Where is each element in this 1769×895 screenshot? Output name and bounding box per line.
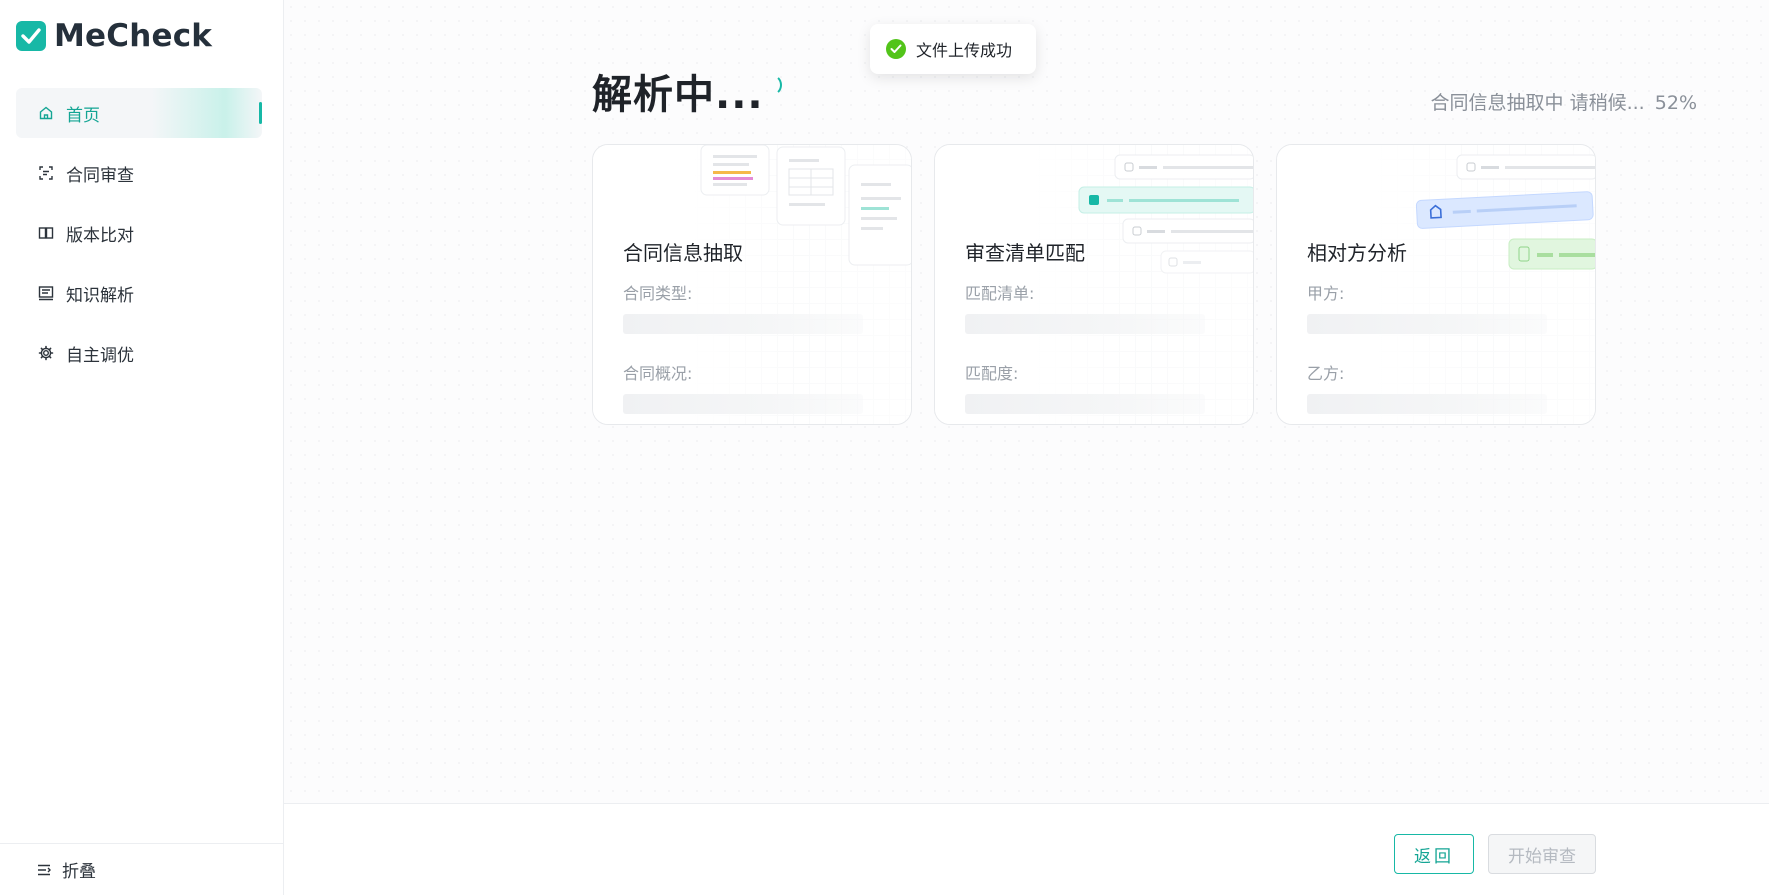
collapse-label: 折叠 [62,862,96,882]
logo-text: MeCheck [54,18,213,54]
start-review-button[interactable]: 开始审查 [1488,834,1596,874]
sidebar-item-label: 自主调优 [66,345,134,366]
field-label: 合同概况: [623,364,693,383]
main-content: 文件上传成功 解析中... 合同信息抽取中 请稍候... 52% 合同信息抽取 … [284,0,1769,895]
card-title: 相对方分析 [1307,241,1407,265]
upload-success-toast: 文件上传成功 [870,24,1036,74]
sidebar-item-label: 版本比对 [66,225,134,246]
sidebar-item-label: 首页 [66,105,100,126]
collapse-icon [36,862,52,878]
gear-icon [38,345,54,361]
card-title: 合同信息抽取 [623,241,743,265]
collapse-button[interactable]: 折叠 [0,843,284,895]
skeleton-placeholder [1307,314,1547,334]
card-checklist-match: 审查清单匹配 匹配清单: 匹配度: [934,144,1254,425]
scan-doc-icon [38,165,54,181]
sidebar-nav: 首页 合同审查 版本比对 知识解析 自主调优 [16,88,262,388]
sidebar: MeCheck 首页 合同审查 版本比对 知识解析 自主调优 折叠 [0,0,284,895]
check-circle-icon [886,39,906,59]
check-logo-icon [16,21,46,51]
skeleton-placeholder [965,314,1205,334]
knowledge-icon [38,285,54,301]
card-title: 审查清单匹配 [965,241,1085,265]
page-title: 解析中... [592,72,764,118]
app-root: MeCheck 首页 合同审查 版本比对 知识解析 自主调优 折叠 文件上传成功… [0,0,1769,895]
skeleton-placeholder [623,314,863,334]
action-bar: 返回 开始审查 [284,803,1769,895]
field-label: 匹配度: [965,364,1019,383]
sidebar-item-label: 知识解析 [66,285,134,306]
progress-percent: 52% [1654,92,1697,114]
sidebar-item-self-tuning[interactable]: 自主调优 [16,328,262,378]
skeleton-placeholder [623,394,863,414]
field-label: 匹配清单: [965,284,1035,303]
field-label: 合同类型: [623,284,693,303]
progress-status: 合同信息抽取中 请稍候... 52% [1427,88,1697,115]
card-body: 审查清单匹配 匹配清单: 匹配度: [965,237,1235,424]
loading-spinner-icon [760,74,782,96]
logo[interactable]: MeCheck [16,18,212,54]
sidebar-item-label: 合同审查 [66,165,134,186]
card-counterparty-analysis: 相对方分析 甲方: 乙方: [1276,144,1596,425]
skeleton-placeholder [1307,394,1547,414]
sidebar-item-home[interactable]: 首页 [16,88,262,138]
sidebar-item-knowledge[interactable]: 知识解析 [16,268,262,318]
home-icon [38,105,54,121]
toast-text: 文件上传成功 [916,41,1013,60]
card-body: 合同信息抽取 合同类型: 合同概况: [623,237,893,424]
sidebar-item-version-compare[interactable]: 版本比对 [16,208,262,258]
skeleton-placeholder [965,394,1205,414]
field-label: 甲方: [1307,284,1345,303]
analysis-cards: 合同信息抽取 合同类型: 合同概况: 审查清单匹配 匹配清单: 匹配度: 相对方… [592,144,1596,425]
back-button[interactable]: 返回 [1394,834,1474,874]
progress-message: 合同信息抽取中 请稍候... [1430,92,1645,114]
sidebar-item-contract-review[interactable]: 合同审查 [16,148,262,198]
card-contract-extraction: 合同信息抽取 合同类型: 合同概况: [592,144,912,425]
compare-icon [38,225,54,241]
field-label: 乙方: [1307,364,1345,383]
card-body: 相对方分析 甲方: 乙方: [1307,237,1577,424]
